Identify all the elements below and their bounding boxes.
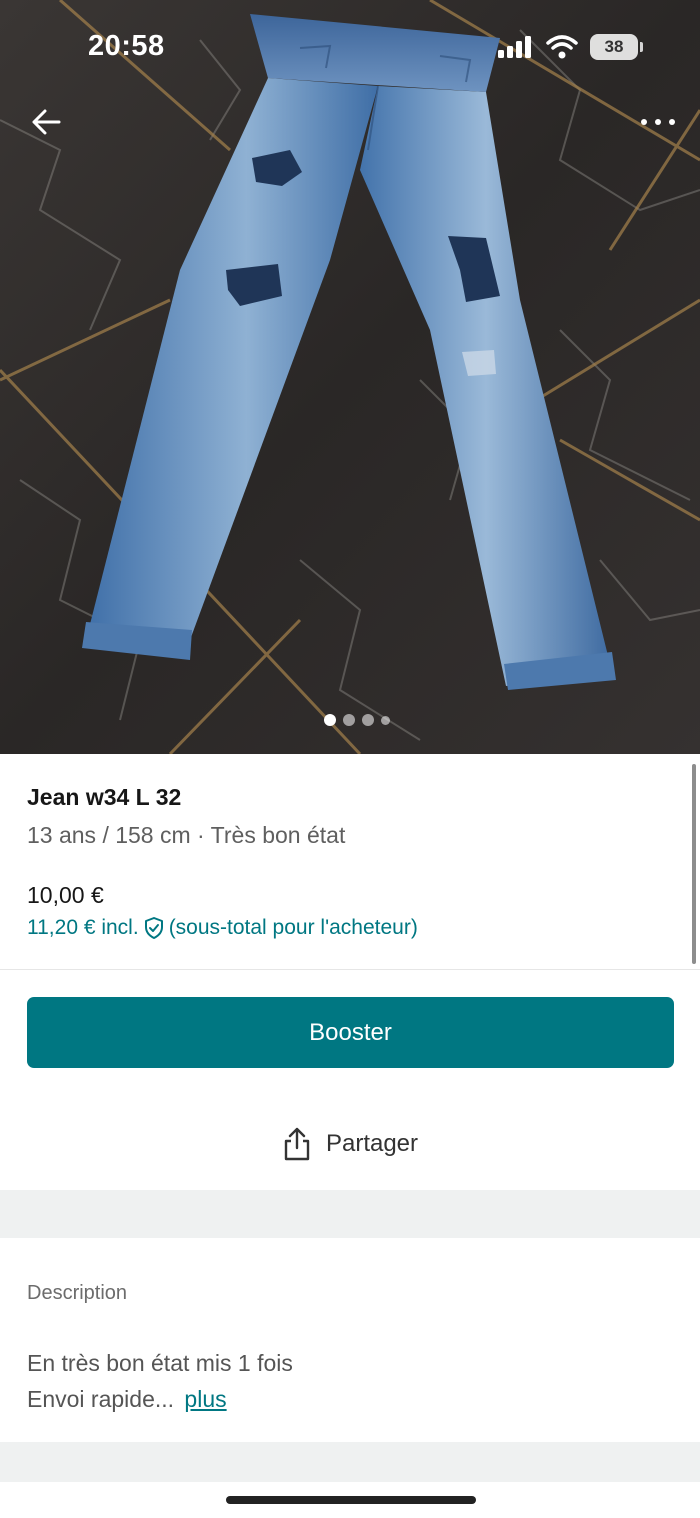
share-button[interactable]: Partager: [0, 1110, 700, 1178]
battery-icon: 38: [590, 34, 643, 60]
product-photo-carousel[interactable]: 20:58 38: [0, 0, 700, 754]
description-text-continued: Envoi rapide... plus: [27, 1386, 227, 1413]
carousel-indicator: [324, 714, 390, 726]
description-heading: Description: [27, 1282, 128, 1304]
share-icon: [284, 1127, 310, 1161]
status-bar: 20:58 38: [0, 0, 700, 96]
carousel-dot: [343, 714, 355, 726]
status-time: 20:58: [88, 30, 165, 62]
carousel-dot: [381, 715, 390, 725]
product-photo: [0, 0, 700, 754]
booster-button[interactable]: Booster: [27, 997, 674, 1068]
status-icons: 38: [498, 34, 643, 60]
wifi-icon: [546, 35, 578, 59]
back-button[interactable]: [24, 100, 68, 144]
item-price: 10,00 €: [27, 882, 104, 908]
more-horizontal-icon: [641, 119, 675, 125]
scrollbar[interactable]: [692, 764, 696, 964]
shield-check-icon: [144, 917, 163, 939]
carousel-dot: [324, 714, 336, 726]
item-summary: Jean w34 L 32 13 ans / 158 cm · Très bon…: [0, 754, 700, 970]
price-incl-note: (sous-total pour l'acheteur): [168, 916, 418, 939]
more-options-button[interactable]: [636, 100, 680, 144]
item-size-condition: 13 ans / 158 cm · Très bon état: [27, 822, 346, 848]
section-divider: [0, 1442, 700, 1482]
description-text-truncated: Envoi rapide...: [27, 1386, 175, 1412]
buyer-protection-price[interactable]: 11,20 € incl. (sous-total pour l'acheteu…: [27, 916, 418, 940]
item-title: Jean w34 L 32: [27, 784, 182, 810]
share-label: Partager: [325, 1130, 419, 1157]
carousel-dot: [362, 714, 374, 726]
description-section: Description En très bon état mis 1 fois …: [0, 1238, 700, 1442]
home-indicator[interactable]: [226, 1496, 476, 1504]
section-divider: [0, 1190, 700, 1238]
arrow-left-icon: [32, 109, 61, 135]
price-incl-amount: 11,20 € incl.: [27, 916, 139, 939]
description-text: En très bon état mis 1 fois: [27, 1350, 293, 1376]
signal-icon: [498, 36, 531, 58]
description-more-link[interactable]: plus: [184, 1386, 226, 1412]
battery-level: 38: [604, 37, 624, 56]
